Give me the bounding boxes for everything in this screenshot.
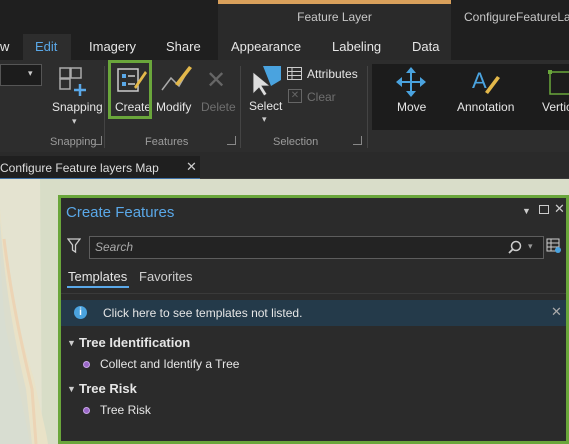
close-pane-icon[interactable]: ✕ [554,201,565,217]
delete-button[interactable]: ✕ Delete [200,64,236,118]
group-label-features: Features [145,136,189,148]
tab-favorites[interactable]: Favorites [139,269,192,284]
window-title: ConfigureFeatureLa [464,10,569,24]
dismiss-icon[interactable]: ✕ [551,304,562,320]
snapping-dropdown[interactable]: ▾ [0,64,42,86]
tab-data[interactable]: Data [412,39,439,54]
pane-divider [61,293,566,294]
snapping-label: Snapping [52,100,103,114]
select-label: Select [249,99,283,113]
clear-button[interactable]: ✕ Clear [287,89,347,107]
tab-view[interactable]: w [0,39,9,54]
template-item[interactable]: Collect and Identify a Tree [100,357,239,371]
search-icon[interactable] [508,240,522,254]
tab-appearance[interactable]: Appearance [231,39,301,54]
svg-text:A: A [472,68,487,93]
modify-icon [161,66,192,91]
collapse-caret-icon[interactable]: ▼ [67,338,76,348]
chevron-down-icon: ▾ [28,68,33,78]
attributes-button[interactable]: Attributes [287,66,363,84]
move-arrows-icon [396,67,426,97]
clear-label: Clear [307,90,336,104]
chevron-down-icon[interactable]: ▾ [528,241,533,252]
contextual-tab-group-accent [218,0,451,4]
search-input[interactable] [95,239,475,255]
chevron-down-icon: ▾ [72,116,77,126]
select-button[interactable]: Select ▾ [247,64,283,124]
chevron-down-icon: ▾ [262,114,267,124]
pane-options-icon[interactable]: ▼ [522,206,531,216]
dialog-launcher-icon[interactable] [93,136,102,145]
tab-labeling[interactable]: Labeling [332,39,381,54]
clear-selection-icon: ✕ [288,89,302,103]
snapping-button[interactable]: Snapping ▾ [52,64,103,130]
attributes-table-icon [287,67,302,80]
map-tab-label: Configure Feature layers Map [0,161,159,175]
tab-templates[interactable]: Templates [68,269,127,284]
filter-icon[interactable] [67,238,81,254]
vertices-button[interactable]: Vertic [540,66,569,120]
delete-label: Delete [201,100,236,114]
dialog-launcher-icon[interactable] [227,136,236,145]
delete-icon: ✕ [206,67,227,94]
vertices-icon [548,70,569,95]
collapse-caret-icon[interactable]: ▼ [67,384,76,394]
select-icon [252,66,281,97]
maximize-icon[interactable] [539,205,549,214]
group-label-selection: Selection [273,136,319,148]
point-symbol-icon [83,407,90,414]
modify-label: Modify [156,100,192,114]
modify-button[interactable]: Modify [155,64,197,118]
tab-share[interactable]: Share [166,39,201,54]
annotation-button[interactable]: A Annotation [455,66,519,120]
group-separator [104,66,105,148]
template-item[interactable]: Tree Risk [100,403,151,417]
vertices-label: Vertic [542,100,569,114]
template-group-header[interactable]: Tree Risk [79,381,137,396]
create-button-highlight [108,60,152,119]
move-label: Move [397,100,427,114]
contextual-group-title: Feature Layer [297,10,372,24]
manage-templates-icon[interactable] [546,238,562,254]
tab-edit[interactable]: Edit [35,39,57,54]
annotation-label: Annotation [457,100,515,114]
tab-imagery[interactable]: Imagery [89,39,136,54]
dialog-launcher-icon[interactable] [353,136,362,145]
group-separator [367,66,368,148]
close-icon[interactable]: ✕ [186,159,197,175]
point-symbol-icon [83,361,90,368]
annotation-icon: A [472,68,500,94]
snapping-icon [59,67,86,96]
info-message[interactable]: Click here to see templates not listed. [103,306,302,320]
info-icon: i [74,306,87,319]
move-button[interactable]: Move [392,66,432,120]
template-group-header[interactable]: Tree Identification [79,335,190,350]
pane-title: Create Features [66,204,175,221]
group-label-snapping: Snapping [50,136,97,148]
group-separator [240,66,241,148]
attributes-label: Attributes [307,67,358,81]
active-tab-underline [67,286,129,288]
